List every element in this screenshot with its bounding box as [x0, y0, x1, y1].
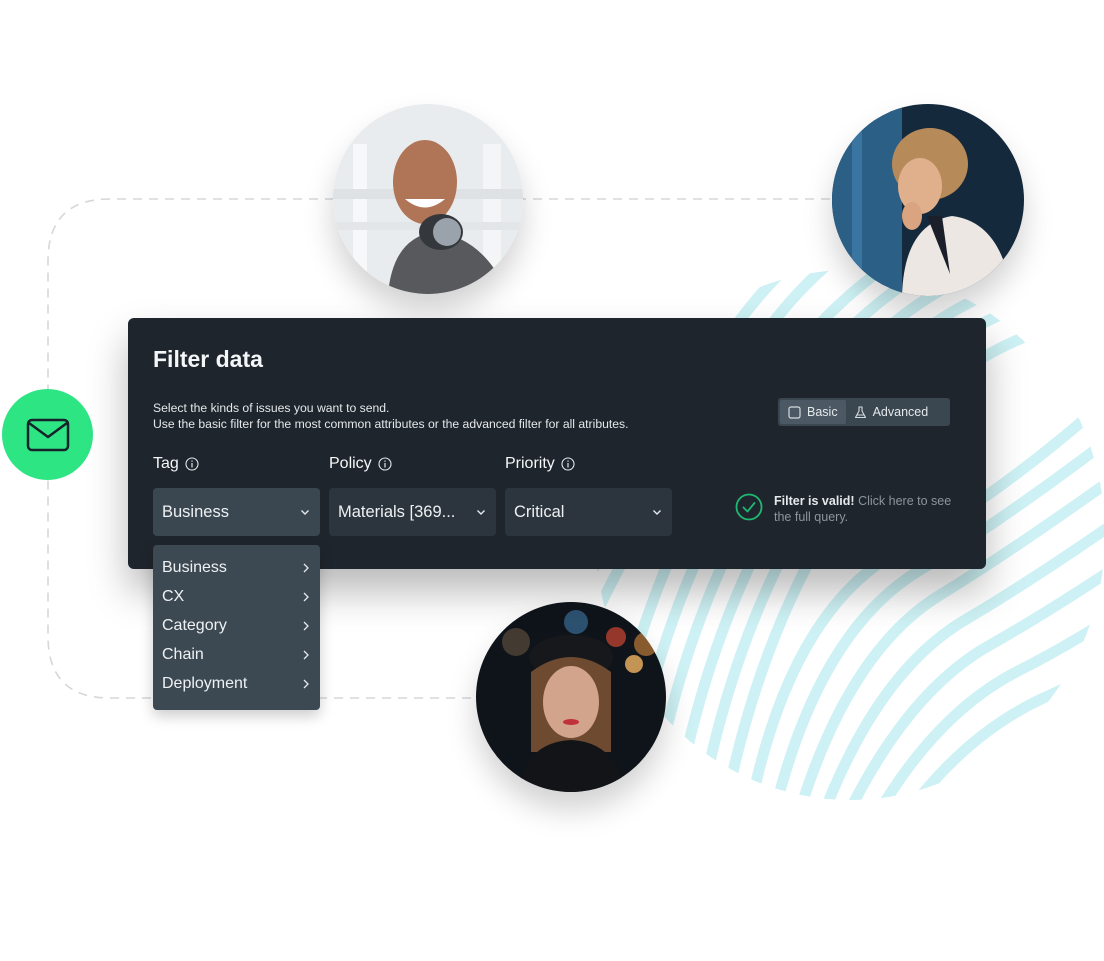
- avatar-smiling-man: [333, 104, 523, 294]
- policy-label-row: Policy: [329, 454, 392, 474]
- chevron-right-icon: [303, 650, 309, 659]
- tag-label-row: Tag: [153, 454, 199, 474]
- priority-label-row: Priority: [505, 454, 575, 474]
- chevron-down-icon: [653, 510, 661, 515]
- square-icon: [788, 405, 801, 419]
- policy-label: Policy: [329, 455, 372, 472]
- chevron-right-icon: [303, 679, 309, 688]
- chevron-down-icon: [301, 510, 309, 515]
- mode-advanced-label: Advanced: [872, 405, 929, 419]
- dropdown-item-label: Business: [162, 558, 227, 576]
- priority-field: Priority Critical: [505, 454, 672, 536]
- policy-select[interactable]: Materials [369...: [329, 488, 496, 536]
- dropdown-item-cx[interactable]: CX: [153, 582, 320, 611]
- priority-select[interactable]: Critical: [505, 488, 672, 536]
- card-description: Select the kinds of issues you want to s…: [153, 401, 629, 432]
- tag-label: Tag: [153, 455, 179, 472]
- description-line-1: Select the kinds of issues you want to s…: [153, 401, 390, 415]
- filter-valid-message[interactable]: Filter is valid! Click here to see the f…: [735, 493, 959, 525]
- chevron-right-icon: [303, 563, 309, 572]
- dropdown-item-label: Category: [162, 616, 227, 634]
- mode-advanced-button[interactable]: Advanced: [846, 400, 937, 424]
- flask-icon: [854, 405, 866, 418]
- filter-mode-toggle: Basic Advanced: [778, 398, 950, 426]
- chevron-right-icon: [303, 592, 309, 601]
- mode-basic-button[interactable]: Basic: [780, 400, 846, 424]
- tag-dropdown-menu: Business CX Category Chain Deployment: [153, 545, 320, 710]
- mode-basic-label: Basic: [807, 405, 838, 419]
- info-icon[interactable]: [185, 457, 199, 471]
- card-title: Filter data: [153, 346, 263, 372]
- mail-badge: [2, 389, 93, 480]
- valid-status: Filter is valid!: [774, 494, 855, 508]
- policy-select-value: Materials [369...: [338, 502, 456, 521]
- priority-select-value: Critical: [514, 502, 565, 521]
- tag-field: Tag Business: [153, 454, 320, 536]
- avatar-woman-hat: [476, 602, 666, 792]
- dropdown-item-label: CX: [162, 587, 185, 605]
- dropdown-item-deployment[interactable]: Deployment: [153, 669, 320, 698]
- valid-text: Filter is valid! Click here to see the f…: [774, 493, 959, 525]
- info-icon[interactable]: [378, 457, 392, 471]
- tag-select-value: Business: [162, 502, 229, 521]
- priority-label: Priority: [505, 455, 555, 472]
- dropdown-item-label: Chain: [162, 645, 204, 663]
- chevron-down-icon: [477, 510, 485, 515]
- filter-data-card: Filter data Select the kinds of issues y…: [128, 318, 986, 569]
- chevron-right-icon: [303, 621, 309, 630]
- dropdown-item-business[interactable]: Business: [153, 553, 320, 582]
- check-circle-icon: [735, 493, 763, 521]
- tag-select[interactable]: Business: [153, 488, 320, 536]
- dropdown-item-category[interactable]: Category: [153, 611, 320, 640]
- info-icon[interactable]: [561, 457, 575, 471]
- dropdown-item-label: Deployment: [162, 674, 248, 692]
- policy-field: Policy Materials [369...: [329, 454, 496, 536]
- description-line-2: Use the basic filter for the most common…: [153, 416, 629, 431]
- dropdown-item-chain[interactable]: Chain: [153, 640, 320, 669]
- envelope-icon: [26, 418, 69, 451]
- avatar-woman-glasses: [832, 104, 1024, 296]
